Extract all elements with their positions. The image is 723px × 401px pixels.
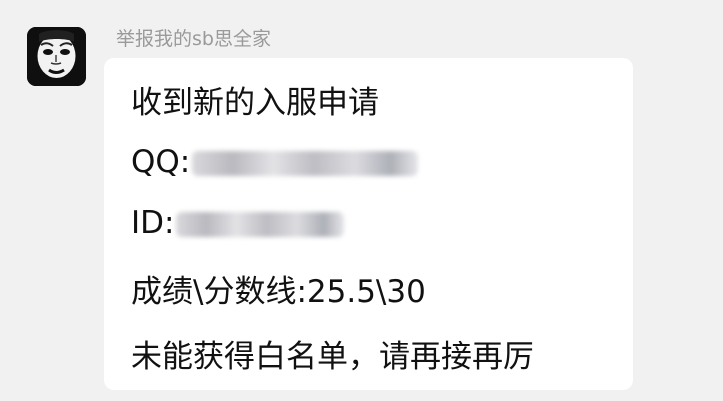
blurred-qq-number: [192, 151, 419, 176]
blurred-id-value: [176, 212, 345, 237]
message-line-score: 成绩\分数线:25.5\30: [131, 274, 426, 310]
message-bubble[interactable]: 收到新的入服申请 QQ: ID: 成绩\分数线:25.5\30 未能获得白名单，…: [104, 58, 633, 390]
message-line-result: 未能获得白名单，请再接再厉: [131, 339, 534, 375]
sender-avatar[interactable]: [27, 27, 86, 86]
message-line-qq: QQ:: [131, 142, 419, 182]
id-label: ID:: [131, 205, 175, 241]
sender-name: 举报我的sb思全家: [116, 28, 271, 50]
qq-label: QQ:: [131, 144, 191, 180]
message-line-title: 收到新的入服申请: [131, 85, 379, 121]
panda-meme-face-icon: [27, 27, 86, 86]
message-line-id: ID:: [131, 203, 345, 243]
